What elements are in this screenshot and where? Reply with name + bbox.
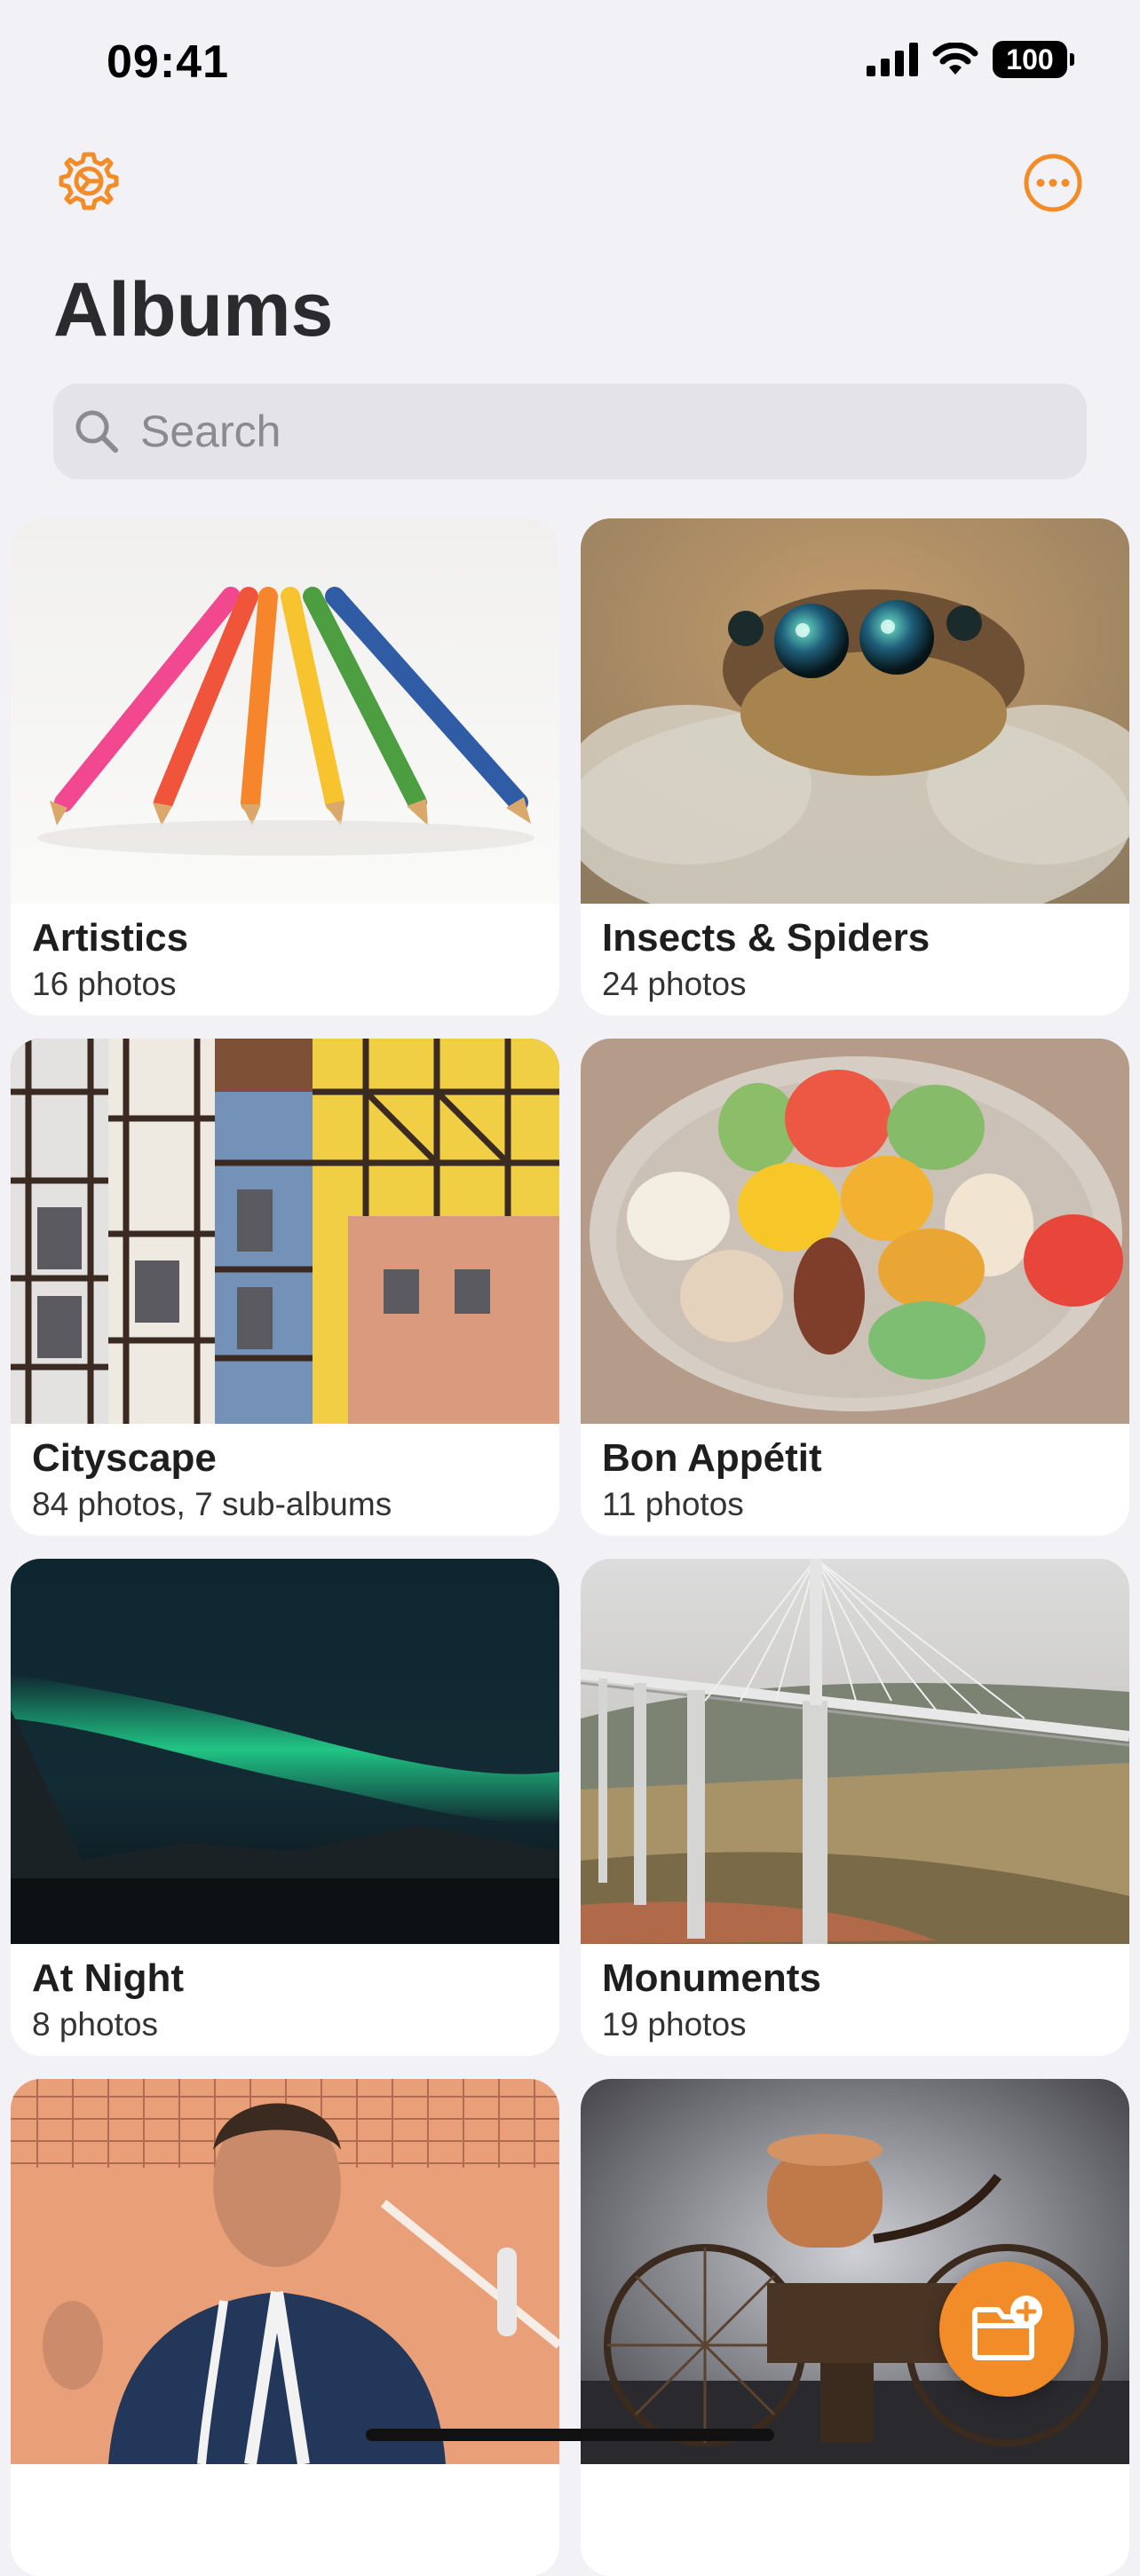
ellipsis-circle-icon — [1024, 154, 1082, 212]
status-icons: 100 — [867, 41, 1074, 78]
home-indicator — [366, 2429, 774, 2441]
album-name: Bon Appétit — [602, 1436, 822, 1480]
cellular-signal-icon — [867, 43, 918, 76]
album-name: Cityscape — [32, 1436, 217, 1480]
album-thumbnail-motorcycle — [581, 2079, 1129, 2464]
album-card-cityscape[interactable]: Cityscape 84 photos, 7 sub-albums — [11, 1039, 559, 1536]
album-count: 11 photos — [602, 1486, 744, 1522]
add-folder-icon — [972, 2295, 1042, 2360]
album-grid: Artistics 16 photos Insects & Spiders 24… — [11, 518, 1129, 2576]
album-thumbnail-viaduct — [581, 1559, 1129, 1944]
search-input[interactable] — [139, 405, 1030, 458]
settings-button[interactable] — [57, 149, 121, 213]
header-row — [0, 149, 1140, 220]
album-thumbnail-aurora — [11, 1559, 559, 1944]
add-album-button[interactable] — [939, 2262, 1074, 2397]
page-title: Albums — [53, 267, 334, 352]
album-thumbnail-houses — [11, 1039, 559, 1424]
album-card-bon-appetit[interactable]: Bon Appétit 11 photos — [581, 1039, 1129, 1536]
album-thumbnail-pencils — [11, 518, 559, 904]
album-count: 84 photos, 7 sub-albums — [32, 1486, 392, 1522]
wifi-icon — [932, 43, 978, 75]
album-count: 19 photos — [602, 2006, 747, 2043]
album-count: 8 photos — [32, 2006, 158, 2043]
album-name: Insects & Spiders — [602, 916, 930, 960]
status-time: 09:41 — [107, 36, 229, 88]
battery-indicator: 100 — [993, 41, 1074, 78]
more-options-button[interactable] — [1023, 153, 1083, 213]
search-bar[interactable] — [53, 383, 1087, 479]
search-icon — [75, 410, 118, 453]
album-card-tennis[interactable] — [11, 2079, 559, 2576]
gear-icon — [59, 152, 119, 210]
album-name: Artistics — [32, 916, 189, 960]
album-count: 16 photos — [32, 966, 177, 1002]
album-thumbnail-spider — [581, 518, 1129, 904]
album-name: Monuments — [602, 1956, 821, 2000]
album-card-insects-spiders[interactable]: Insects & Spiders 24 photos — [581, 518, 1129, 1015]
status-bar: 09:41 100 — [0, 0, 1140, 115]
album-card-monuments[interactable]: Monuments 19 photos — [581, 1559, 1129, 2056]
album-name: At Night — [32, 1956, 185, 2000]
album-card-artistics[interactable]: Artistics 16 photos — [11, 518, 559, 1015]
album-card-at-night[interactable]: At Night 8 photos — [11, 1559, 559, 2056]
album-thumbnail-tennis-player — [11, 2079, 559, 2464]
album-count: 24 photos — [602, 966, 747, 1002]
album-thumbnail-macarons — [581, 1039, 1129, 1424]
